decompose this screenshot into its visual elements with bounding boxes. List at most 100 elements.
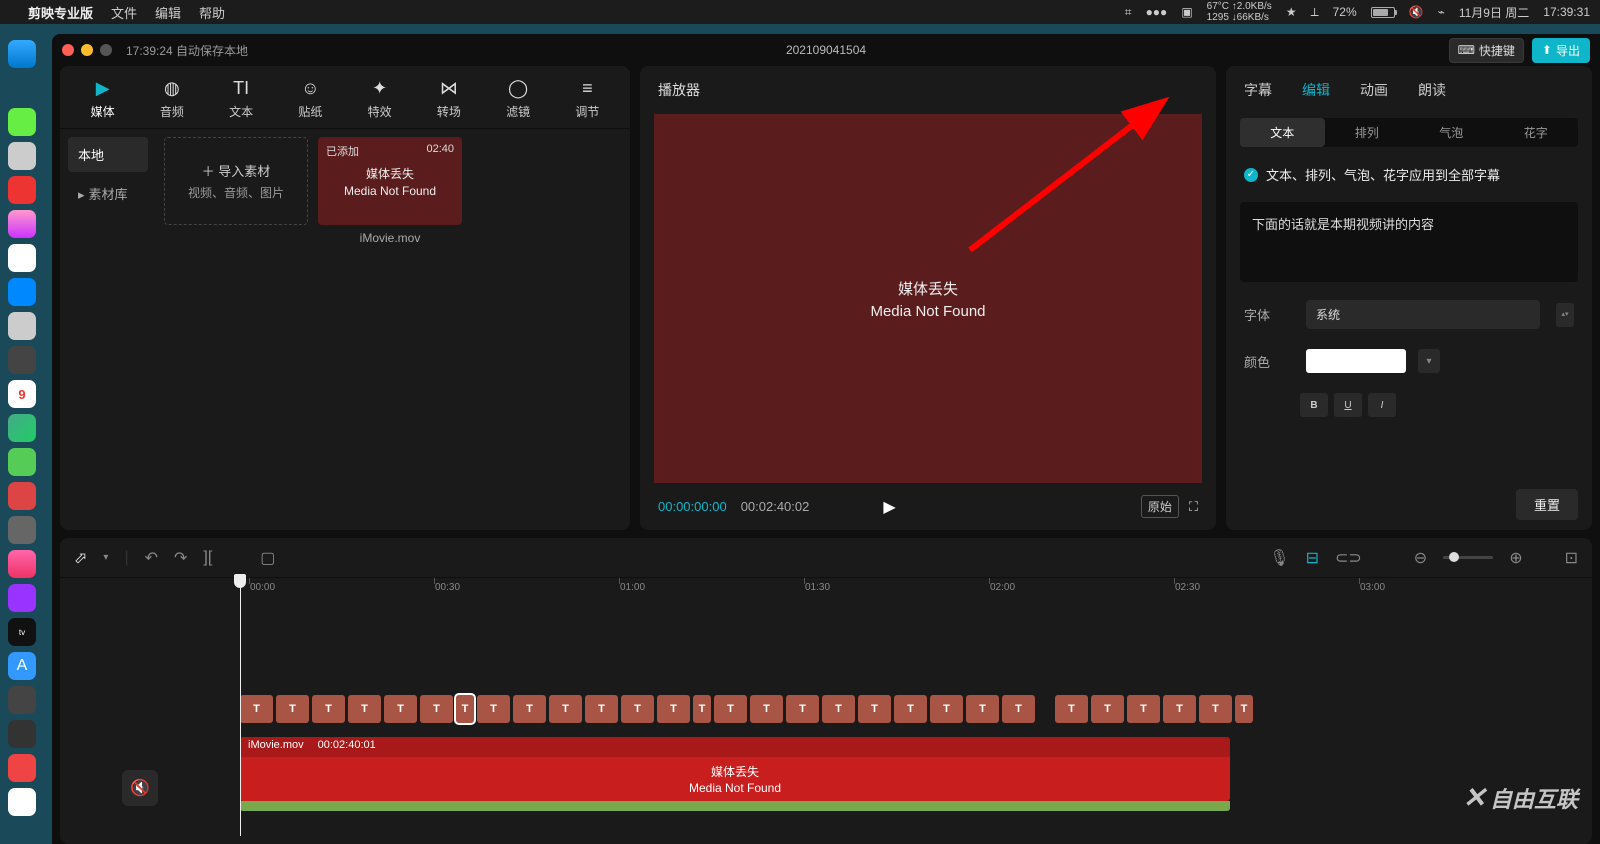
play-button[interactable]: ▶ — [883, 497, 895, 517]
reset-button[interactable]: 重置 — [1516, 489, 1578, 520]
subtitle-clip[interactable] — [1163, 695, 1196, 723]
crop-tool[interactable]: ▢ — [260, 548, 275, 568]
preview-viewport[interactable]: 媒体丢失 Media Not Found — [654, 114, 1202, 483]
dock-app[interactable] — [8, 176, 36, 204]
props-tab-read[interactable]: 朗读 — [1418, 80, 1446, 100]
subtitle-clip[interactable] — [585, 695, 618, 723]
mic-icon[interactable]: 🎙 — [1269, 548, 1289, 568]
app-name[interactable]: 剪映专业版 — [28, 3, 93, 22]
undo-button[interactable]: ↶ — [145, 548, 158, 568]
dock-app[interactable] — [8, 448, 36, 476]
dock-app[interactable] — [8, 312, 36, 340]
subtab-text[interactable]: 文本 — [1240, 118, 1325, 147]
zoom-out-button[interactable]: ⊖ — [1414, 548, 1427, 568]
checkbox-checked-icon[interactable]: ✓ — [1244, 168, 1258, 182]
props-tab-subtitle[interactable]: 字幕 — [1244, 80, 1272, 100]
fit-icon[interactable]: ⊡ — [1565, 548, 1578, 568]
playhead[interactable] — [240, 576, 241, 836]
import-media-button[interactable]: ＋ 导入素材 视频、音频、图片 — [164, 137, 308, 225]
subtitle-clip[interactable] — [1055, 695, 1088, 723]
subtitle-clip[interactable] — [312, 695, 345, 723]
subtitle-clip[interactable] — [966, 695, 999, 723]
dock-app[interactable] — [8, 210, 36, 238]
tool-tab-sticker[interactable]: ☺贴纸 — [282, 78, 338, 120]
dock-app[interactable] — [8, 788, 36, 816]
subtitle-clip[interactable] — [822, 695, 855, 723]
zoom-slider[interactable] — [1443, 556, 1493, 559]
menu-file[interactable]: 文件 — [111, 3, 137, 22]
subtitle-clip[interactable] — [621, 695, 654, 723]
font-stepper[interactable]: ▴▾ — [1556, 303, 1574, 327]
subtitle-clip[interactable] — [348, 695, 381, 723]
dock-app[interactable] — [8, 550, 36, 578]
maximize-icon[interactable] — [100, 44, 112, 56]
subtitle-clip[interactable] — [786, 695, 819, 723]
magnet-icon[interactable]: ⊟ — [1306, 548, 1319, 568]
dock-app[interactable]: tv — [8, 618, 36, 646]
video-track-clip[interactable]: iMovie.mov 00:02:40:01 媒体丢失 Media Not Fo… — [240, 737, 1230, 801]
tool-tab-transition[interactable]: ⋈转场 — [421, 78, 477, 120]
tool-tab-filter[interactable]: ◯滤镜 — [490, 78, 546, 120]
dock-app[interactable] — [8, 482, 36, 510]
apply-all-row[interactable]: ✓ 文本、排列、气泡、花字应用到全部字幕 — [1226, 155, 1592, 194]
font-select[interactable]: 系统 — [1306, 300, 1540, 329]
wifi-icon[interactable]: ⟂ — [1311, 5, 1319, 20]
subtitle-clip[interactable] — [456, 695, 474, 723]
mute-icon[interactable]: 🔇 — [1409, 5, 1424, 19]
props-tab-edit[interactable]: 编辑 — [1302, 80, 1330, 100]
subtitle-clip[interactable] — [858, 695, 891, 723]
subtitle-clip[interactable] — [549, 695, 582, 723]
dock-app[interactable] — [8, 142, 36, 170]
subtitle-clip[interactable] — [657, 695, 690, 723]
subtitle-clip[interactable] — [1002, 695, 1035, 723]
subtitle-clip[interactable] — [240, 695, 273, 723]
tool-tab-audio[interactable]: ◍音频 — [144, 78, 200, 120]
dock-app[interactable] — [8, 720, 36, 748]
zoom-in-button[interactable]: ⊕ — [1509, 548, 1522, 568]
color-swatch[interactable] — [1306, 349, 1406, 373]
dock-app[interactable] — [8, 74, 36, 102]
export-button[interactable]: ⬆ 导出 — [1532, 38, 1590, 63]
status-icon[interactable]: ●●● — [1146, 5, 1168, 19]
hotkeys-button[interactable]: ⌨ 快捷键 — [1449, 38, 1524, 63]
color-dropdown[interactable]: ▾ — [1418, 349, 1440, 373]
subtitle-clip[interactable] — [1091, 695, 1124, 723]
dock-app[interactable] — [8, 584, 36, 612]
tool-tab-adjust[interactable]: ≡调节 — [559, 78, 615, 120]
dock-app[interactable] — [8, 40, 36, 68]
tool-tab-media[interactable]: ▶媒体 — [75, 78, 131, 120]
menu-edit[interactable]: 编辑 — [155, 3, 181, 22]
chevron-down-icon[interactable]: ▾ — [103, 552, 108, 563]
dock-app[interactable] — [8, 754, 36, 782]
media-side-library[interactable]: ▸素材库 — [68, 176, 148, 211]
close-icon[interactable] — [62, 44, 74, 56]
subtitle-clip[interactable] — [420, 695, 453, 723]
subtitle-clip[interactable] — [894, 695, 927, 723]
battery-icon[interactable] — [1371, 7, 1395, 18]
subtitle-clip[interactable] — [477, 695, 510, 723]
timeline-tracks[interactable]: 🔇 iMovie.mov 00:02:40:01 媒体丢失 Media Not … — [60, 600, 1592, 844]
menubar-date[interactable]: 11月9日 周二 — [1459, 4, 1529, 21]
media-clip[interactable]: 已添加 02:40 媒体丢失 Media Not Found iMovie.mo… — [318, 137, 462, 522]
track-mute-button[interactable]: 🔇 — [122, 770, 158, 806]
aspect-ratio-button[interactable]: 原始 — [1141, 495, 1179, 518]
subtitle-clip[interactable] — [276, 695, 309, 723]
subtab-arrange[interactable]: 排列 — [1325, 118, 1410, 147]
dock-app[interactable] — [8, 516, 36, 544]
tool-tab-effect[interactable]: ✦特效 — [352, 78, 408, 120]
tool-tab-text[interactable]: TI文本 — [213, 78, 269, 120]
subtitle-clip[interactable] — [930, 695, 963, 723]
menubar-time[interactable]: 17:39:31 — [1543, 5, 1590, 19]
star-icon[interactable]: ★ — [1286, 5, 1297, 19]
link-icon[interactable]: ⊂⊃ — [1335, 548, 1362, 568]
subtitle-clip[interactable] — [750, 695, 783, 723]
dock-app[interactable] — [8, 278, 36, 306]
subtab-bubble[interactable]: 气泡 — [1409, 118, 1494, 147]
subtab-huazi[interactable]: 花字 — [1494, 118, 1579, 147]
split-tool[interactable]: ][ — [203, 549, 212, 567]
timeline-ruler[interactable]: 00:00 00:30 01:00 01:30 02:00 02:30 03:0… — [60, 578, 1592, 600]
dock-app[interactable] — [8, 686, 36, 714]
toggle-icon[interactable]: ⌁ — [1438, 5, 1445, 19]
redo-button[interactable]: ↷ — [174, 548, 187, 568]
subtitle-clip[interactable] — [1127, 695, 1160, 723]
